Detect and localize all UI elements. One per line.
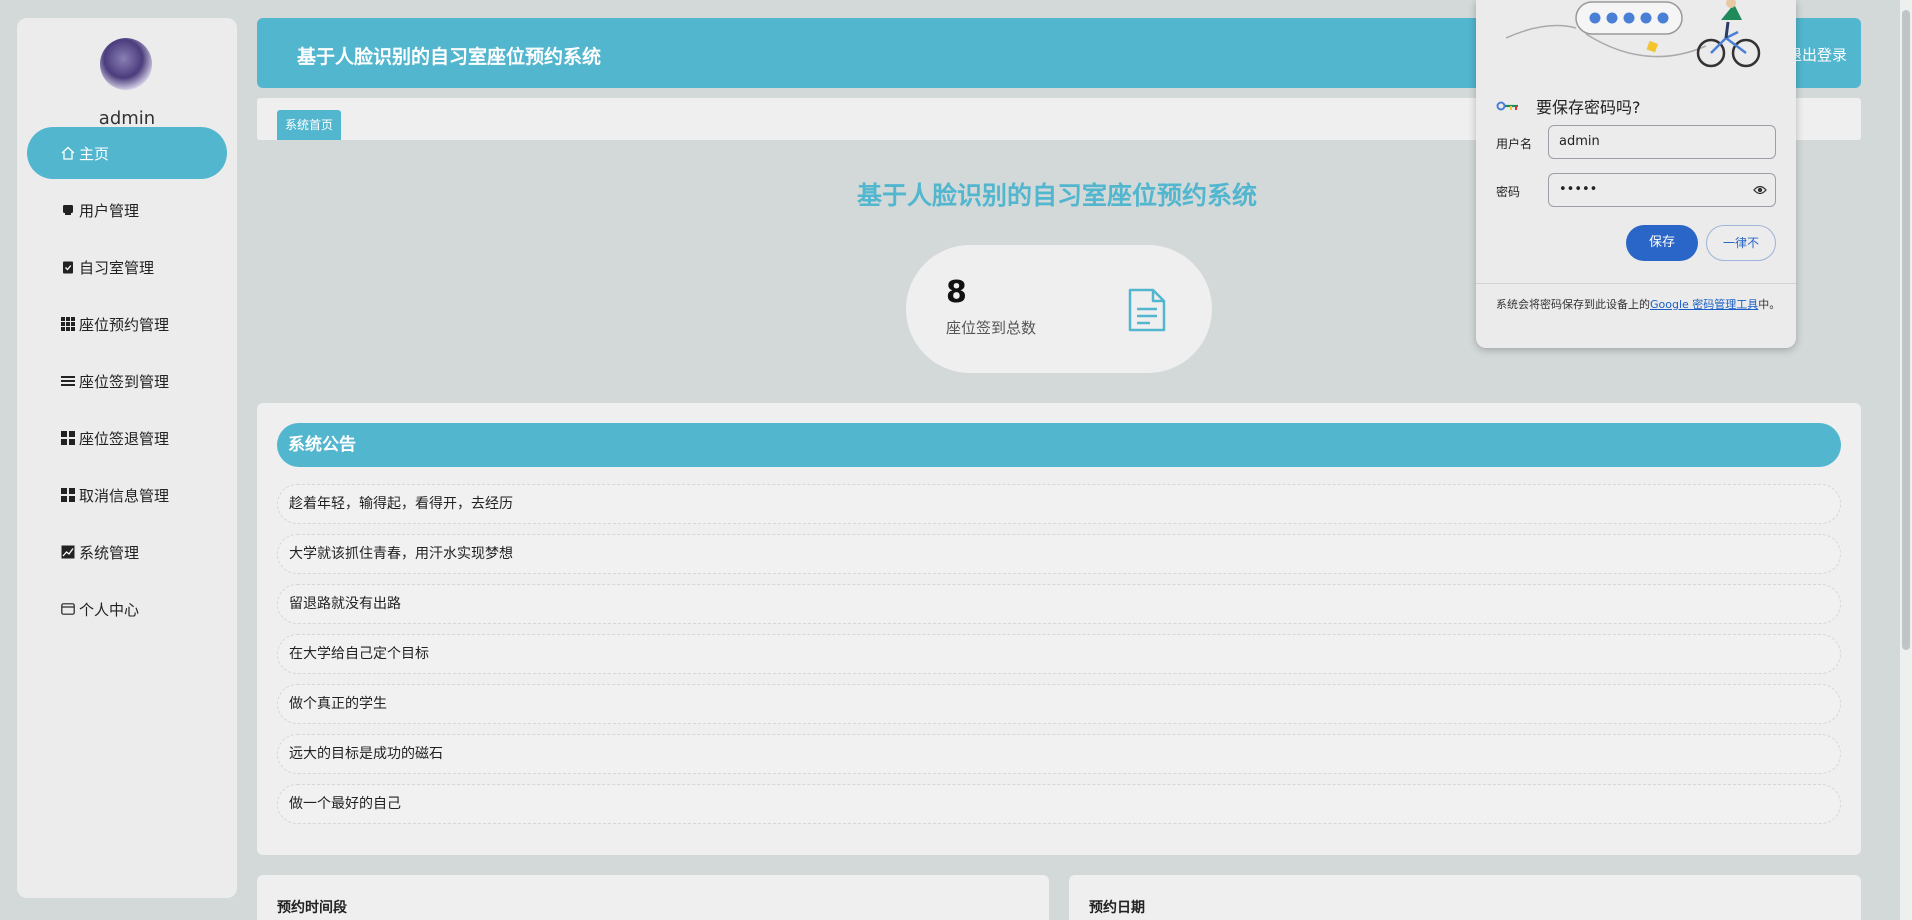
sidebar-item-label: 座位签退管理 xyxy=(79,429,170,448)
sidebar-item-study-room-management[interactable]: 自习室管理 xyxy=(27,241,227,293)
notice-item[interactable]: 远大的目标是成功的磁石 xyxy=(277,734,1841,774)
notice-item[interactable]: 大学就该抓住青春，用汗水实现梦想 xyxy=(277,534,1841,574)
notice-item[interactable]: 在大学给自己定个目标 xyxy=(277,634,1841,674)
squares-icon xyxy=(61,431,75,445)
sidebar-item-label: 用户管理 xyxy=(79,201,140,220)
sidebar-item-label: 个人中心 xyxy=(79,600,140,619)
sidebar-item-seat-checkout[interactable]: 座位签退管理 xyxy=(27,412,227,464)
stat-card: 8 座位签到总数 xyxy=(906,245,1212,373)
notice-item[interactable]: 做个真正的学生 xyxy=(277,684,1841,724)
key-icon xyxy=(1496,101,1518,111)
card-title: 预约时间段 xyxy=(277,900,347,916)
username-label: 用户名 xyxy=(1496,137,1533,151)
save-password-button[interactable]: 保存 xyxy=(1626,225,1698,261)
notice-item[interactable]: 趁着年轻，输得起，看得开，去经历 xyxy=(277,484,1841,524)
avatar[interactable] xyxy=(100,38,152,90)
chart-icon xyxy=(61,545,75,559)
sidebar-item-label: 系统管理 xyxy=(79,543,140,562)
stat-value: 8 xyxy=(946,275,967,310)
scrollbar-thumb[interactable] xyxy=(1902,10,1910,650)
document-icon xyxy=(1128,288,1166,332)
home-icon xyxy=(61,146,75,160)
sidebar-item-cancel-info[interactable]: 取消信息管理 xyxy=(27,469,227,521)
dialog-title: 要保存密码吗? xyxy=(1536,98,1641,117)
reservation-date-card: 预约日期 xyxy=(1069,875,1861,920)
sidebar-item-label: 取消信息管理 xyxy=(79,486,170,505)
reservation-time-card: 预约时间段 xyxy=(257,875,1049,920)
id-card-icon xyxy=(61,602,75,616)
notice-panel: 系统公告 趁着年轻，输得起，看得开，去经历 大学就该抓住青春，用汗水实现梦想 留… xyxy=(257,403,1861,855)
divider xyxy=(1476,283,1796,284)
grid-icon xyxy=(61,317,75,331)
card-title: 预约日期 xyxy=(1089,900,1145,916)
page-scrollbar[interactable] xyxy=(1900,0,1912,920)
sidebar-item-seat-checkin[interactable]: 座位签到管理 xyxy=(27,355,227,407)
dialog-title-row: 要保存密码吗? xyxy=(1496,94,1641,118)
tab-home[interactable]: 系统首页 xyxy=(277,110,342,140)
password-value: ••••• xyxy=(1559,182,1598,197)
page-title: 基于人脸识别的自习室座位预约系统 xyxy=(857,181,1258,210)
sidebar-item-user-management[interactable]: 用户管理 xyxy=(27,184,227,236)
notice-header: 系统公告 xyxy=(277,423,1841,467)
sidebar-item-label: 座位签到管理 xyxy=(79,372,170,391)
never-save-button[interactable]: 一律不 xyxy=(1706,225,1776,261)
dialog-footer: 系统会将密码保存到此设备上的Google 密码管理工具中。 xyxy=(1496,295,1786,314)
sidebar-item-label: 座位预约管理 xyxy=(79,315,170,334)
list-icon xyxy=(61,374,75,388)
sidebar-item-seat-reservation[interactable]: 座位预约管理 xyxy=(27,298,227,350)
password-label: 密码 xyxy=(1496,185,1521,199)
header-title: 基于人脸识别的自习室座位预约系统 xyxy=(297,46,602,68)
footer-text: 系统会将密码保存到此设备上的 xyxy=(1496,298,1650,311)
sidebar-item-label: 主页 xyxy=(79,144,110,163)
password-illustration xyxy=(1506,0,1761,68)
footer-text-end: 中。 xyxy=(1758,298,1781,311)
squares-icon xyxy=(61,488,75,502)
password-field[interactable]: ••••• xyxy=(1548,173,1776,207)
sidebar-item-home[interactable]: 主页 xyxy=(27,127,227,179)
notice-item[interactable]: 做一个最好的自己 xyxy=(277,784,1841,824)
password-manager-link[interactable]: Google 密码管理工具 xyxy=(1650,298,1758,311)
sidebar-item-system-management[interactable]: 系统管理 xyxy=(27,526,227,578)
save-password-dialog: 要保存密码吗? 用户名 admin 密码 ••••• 保存 一律不 系统会将密码… xyxy=(1476,0,1796,348)
notice-item[interactable]: 留退路就没有出路 xyxy=(277,584,1841,624)
clipboard-check-icon xyxy=(61,260,75,274)
username-field[interactable]: admin xyxy=(1548,125,1776,159)
stat-label: 座位签到总数 xyxy=(946,319,1037,337)
sidebar-username: admin xyxy=(98,108,156,129)
sidebar-item-label: 自习室管理 xyxy=(79,258,155,277)
sidebar-item-personal-center[interactable]: 个人中心 xyxy=(27,583,227,635)
sidebar: admin 主页 用户管理 自习室管理 座位预约管理 座位签到管理 座位签退管理 xyxy=(17,18,237,898)
eye-icon[interactable] xyxy=(1753,184,1767,196)
user-card-icon xyxy=(61,203,75,217)
